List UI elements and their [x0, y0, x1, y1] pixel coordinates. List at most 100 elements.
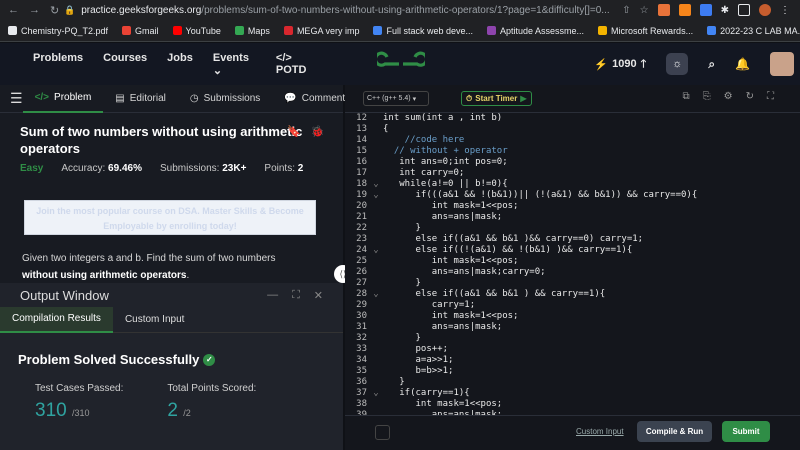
line-number: 17 — [356, 168, 367, 178]
language-select[interactable]: C++ (g++ 5.4) ▾ — [363, 91, 429, 106]
fold-icon[interactable] — [369, 256, 383, 267]
fold-icon[interactable] — [369, 201, 383, 212]
avatar[interactable] — [770, 52, 794, 76]
tab-custom-input[interactable]: Custom Input — [113, 307, 196, 333]
menu-events[interactable]: Events ⌄ — [213, 52, 256, 77]
refresh-icon[interactable]: ↻ — [746, 91, 754, 102]
extension-icon[interactable] — [678, 4, 691, 16]
fold-icon[interactable] — [369, 322, 383, 333]
custom-input-link[interactable]: Custom Input — [576, 427, 624, 436]
forward-icon[interactable]: → — [29, 4, 40, 17]
code-text: int mask=1<<pos; — [383, 256, 519, 266]
fold-icon[interactable] — [369, 399, 383, 410]
reload-icon[interactable]: ↻ — [50, 4, 59, 17]
sidebar-icon[interactable] — [738, 4, 750, 16]
expand-icon[interactable]: ⛶ — [292, 289, 300, 302]
start-timer-button[interactable]: ⏱ Start Timer ▶ — [461, 91, 532, 106]
editor-actions: ⧉ ⎘ ⚙ ↻ ⛶ — [683, 91, 775, 102]
bookmark-item[interactable]: MEGA very imp — [283, 26, 359, 36]
share-icon[interactable]: ⇧ — [622, 5, 630, 16]
fold-icon[interactable] — [369, 366, 383, 377]
header-actions: ⚡ 1090 🡑 ☼ ⌕ 🔔 — [594, 43, 800, 85]
fold-icon[interactable] — [369, 377, 383, 388]
fold-icon[interactable]: ⌄ — [369, 190, 383, 201]
menu-problems[interactable]: Problems — [33, 52, 83, 77]
bookmark-item[interactable]: Microsoft Rewards... — [598, 26, 693, 36]
fold-icon[interactable] — [369, 135, 383, 146]
fullscreen-icon[interactable]: ⛶ — [767, 91, 774, 102]
fold-icon[interactable] — [369, 212, 383, 223]
tab-submissions[interactable]: ◷ Submissions — [178, 85, 272, 113]
fold-icon[interactable] — [369, 355, 383, 366]
gfg-logo[interactable] — [377, 51, 425, 77]
minimize-icon[interactable]: — — [267, 289, 278, 302]
bell-icon[interactable]: 🔔 — [735, 57, 750, 71]
code-editor[interactable]: 12 int sum(int a , int b) 13 {14 //code her… — [345, 113, 800, 415]
fold-icon[interactable] — [369, 113, 383, 124]
extension-icon[interactable] — [657, 4, 670, 16]
kebab-menu-icon[interactable]: ⋮ — [780, 5, 790, 16]
fold-icon[interactable]: ⌄ — [369, 245, 383, 256]
menu-jobs[interactable]: Jobs — [167, 52, 193, 77]
bookmark-item[interactable]: YouTube — [172, 26, 221, 36]
settings-icon[interactable]: ⚙ — [724, 91, 733, 102]
reset-icon[interactable]: ⎘ — [703, 91, 711, 102]
hamburger-icon[interactable]: ☰ — [0, 90, 23, 107]
editor-settings-toggle[interactable] — [375, 425, 390, 440]
star-icon[interactable]: ☆ — [640, 5, 649, 16]
code-line: 28 ⌄ else if((a&1 && b&1 ) && carry==1){ — [345, 289, 800, 300]
promo-banner[interactable]: Join the most popular course on DSA. Mas… — [24, 200, 316, 235]
fold-icon[interactable] — [369, 146, 383, 157]
profile-icon[interactable] — [759, 4, 771, 16]
fold-icon[interactable]: ⌄ — [369, 388, 383, 399]
theme-toggle-button[interactable]: ☼ — [666, 53, 689, 75]
fold-icon[interactable] — [369, 300, 383, 311]
bookmark-item[interactable]: Chemistry-PQ_T2.pdf — [8, 26, 108, 36]
tab-compilation-results[interactable]: Compilation Results — [0, 306, 113, 333]
fold-icon[interactable] — [369, 311, 383, 322]
bookmark-item[interactable]: Full stack web deve... — [373, 26, 473, 36]
fold-icon[interactable]: ⌄ — [369, 289, 383, 300]
fold-icon[interactable] — [369, 124, 383, 135]
submit-button[interactable]: Submit — [722, 421, 770, 442]
address-bar[interactable]: 🔒 practice.geeksforgeeks.org/problems/su… — [64, 0, 622, 20]
close-icon[interactable]: ✕ — [314, 289, 323, 302]
status-message: Problem Solved Successfully ✓ — [18, 352, 216, 367]
fold-icon[interactable] — [369, 234, 383, 245]
tab-editorial[interactable]: ▤ Editorial — [103, 85, 178, 113]
bookmark-item[interactable]: Aptitude Assessme... — [487, 26, 584, 36]
output-window: Output Window — ⛶ ✕ Compilation Results … — [0, 283, 343, 450]
fold-icon[interactable] — [369, 157, 383, 168]
bookmark-item[interactable]: 2022-23 C LAB MA... — [707, 26, 800, 36]
fold-icon[interactable] — [369, 344, 383, 355]
bookmark-item[interactable]: Gmail — [122, 26, 159, 36]
points-scored-value: 2 — [167, 400, 178, 421]
bookmark-item[interactable]: Maps — [234, 26, 270, 36]
bookmark-icon — [373, 26, 383, 35]
streak-score[interactable]: ⚡ 1090 🡑 — [594, 55, 646, 74]
bookmark-icon[interactable]: 🔖 — [287, 125, 301, 138]
menu-potd[interactable]: </> POTD — [276, 52, 320, 77]
line-number: 30 — [356, 311, 367, 321]
extension-icon[interactable] — [699, 4, 712, 16]
menu-courses[interactable]: Courses — [103, 52, 147, 77]
back-icon[interactable]: ← — [8, 4, 19, 17]
code-text: int ans=0;int pos=0; — [383, 157, 508, 167]
bug-icon[interactable]: 🐞 — [311, 125, 325, 138]
copy-icon[interactable]: ⧉ — [683, 91, 690, 102]
fold-icon[interactable] — [369, 267, 383, 278]
fold-icon[interactable] — [369, 278, 383, 289]
fold-icon[interactable]: ⌄ — [369, 179, 383, 190]
arrow-up-icon: 🡑 — [640, 57, 647, 70]
bookmarks-bar: Chemistry-PQ_T2.pdf Gmail YouTube Maps M… — [0, 20, 800, 42]
fold-icon[interactable] — [369, 223, 383, 234]
url-path: /problems/sum-of-two-numbers-without-usi… — [201, 4, 610, 16]
search-icon[interactable]: ⌕ — [708, 57, 715, 72]
code-text: //code here — [383, 135, 465, 145]
tab-problem[interactable]: </> Problem — [22, 85, 104, 113]
puzzle-icon[interactable]: ✱ — [721, 5, 729, 16]
code-line: 18 ⌄ while(a!=0 || b!=0){ — [345, 179, 800, 190]
fold-icon[interactable] — [369, 333, 383, 344]
fold-icon[interactable] — [369, 168, 383, 179]
compile-run-button[interactable]: Compile & Run — [637, 421, 712, 442]
